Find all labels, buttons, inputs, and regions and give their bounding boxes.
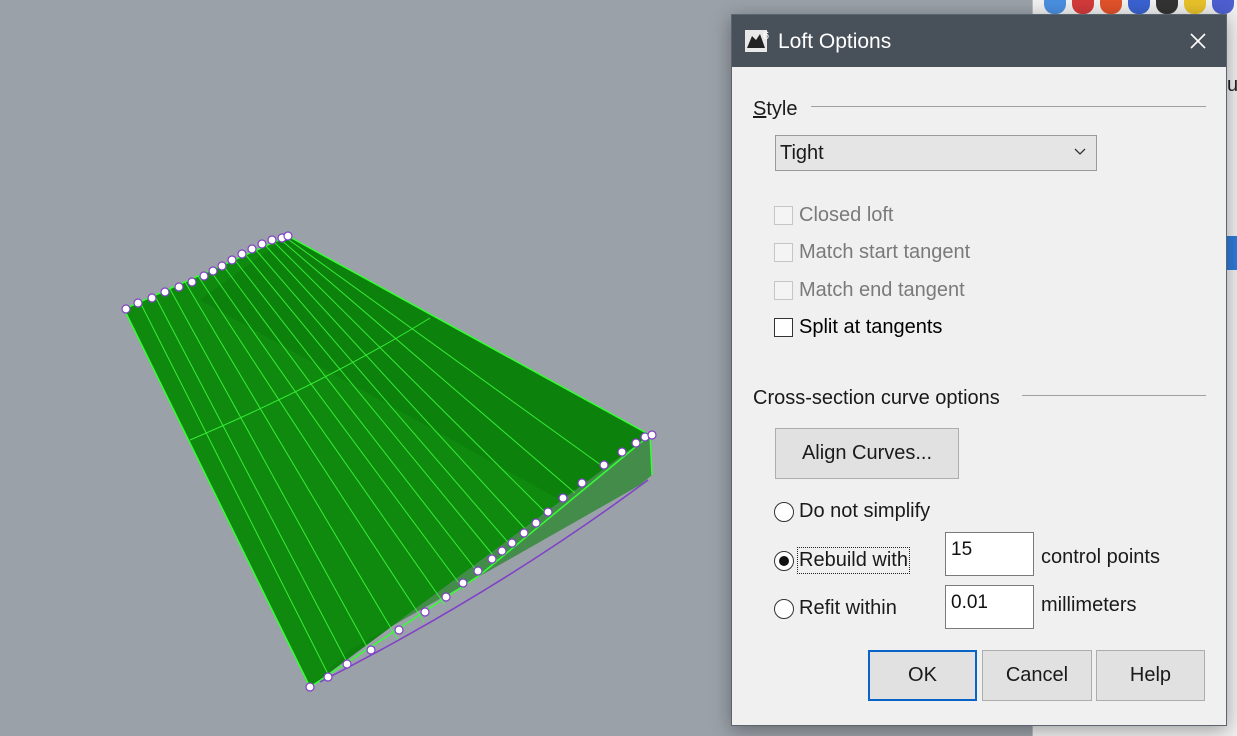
closed-loft-label: Closed loft [799,204,894,226]
match-start-tangent-label: Match start tangent [799,241,971,263]
match-start-tangent-checkbox[interactable]: Match start tangent [774,241,970,264]
radio-circle[interactable] [774,501,794,522]
tolerance-unit: millimeters [1041,594,1137,616]
folder-icon[interactable] [1184,0,1206,14]
side-panel-selected-row[interactable] [1227,236,1237,270]
radio-circle[interactable] [774,550,794,571]
closed-loft-checkbox[interactable]: Closed loft [774,204,894,227]
rebuild-with-label: Rebuild with [797,547,910,574]
checkbox-box[interactable] [774,281,793,300]
close-button[interactable] [1170,15,1226,67]
match-end-tangent-label: Match end tangent [799,279,965,301]
chevron-down-icon [1074,148,1086,155]
style-section-label: Style [753,98,798,120]
rhino-6-icon: 6 [745,30,769,52]
rebuild-with-radio[interactable]: Rebuild with [774,547,910,574]
sun-icon[interactable] [1100,0,1122,14]
align-curves-button[interactable]: Align Curves... [775,428,959,479]
style-dropdown[interactable]: Tight [775,135,1097,171]
cross-section-label: Cross-section curve options [753,387,1000,409]
do-not-simplify-label: Do not simplify [799,500,931,522]
close-icon [1190,33,1206,49]
split-at-tangents-checkbox[interactable]: Split at tangents [774,316,942,339]
style-dropdown-value: Tight [780,142,824,164]
color-wheel-icon[interactable] [1044,0,1066,14]
title-bar[interactable]: 6 Loft Options [732,15,1226,67]
control-points-input[interactable]: 15 [945,532,1034,576]
loft-options-dialog: 6 Loft Options Style Tight Closed loft M… [731,14,1227,726]
do-not-simplify-radio[interactable]: Do not simplify [774,500,930,523]
side-toolbar [1040,0,1237,14]
tolerance-input[interactable]: 0.01 [945,585,1034,629]
sphere-icon[interactable] [1128,0,1150,14]
match-end-tangent-checkbox[interactable]: Match end tangent [774,279,965,302]
style-label-rest: tyle [766,98,798,120]
cross-section-divider [1022,395,1206,396]
help-button[interactable]: Help [1096,650,1205,701]
camera-icon[interactable] [1156,0,1178,14]
split-at-tangents-label: Split at tangents [799,316,943,338]
radio-circle[interactable] [774,598,794,619]
panel-icon[interactable] [1212,0,1234,14]
cancel-button[interactable]: Cancel [982,650,1092,701]
checkbox-box[interactable] [774,318,793,337]
refit-within-label: Refit within [799,597,897,619]
checkbox-box[interactable] [774,243,793,262]
side-panel-partial-text: u [1227,74,1237,96]
style-divider [811,106,1206,107]
checkbox-box[interactable] [774,206,793,225]
material-icon[interactable] [1072,0,1094,14]
loft-surface-drawing [121,231,657,692]
refit-within-radio[interactable]: Refit within [774,597,897,620]
dialog-title: Loft Options [778,30,892,53]
control-points-unit: control points [1041,546,1160,568]
svg-text:6: 6 [763,30,769,42]
ok-button[interactable]: OK [868,650,977,701]
